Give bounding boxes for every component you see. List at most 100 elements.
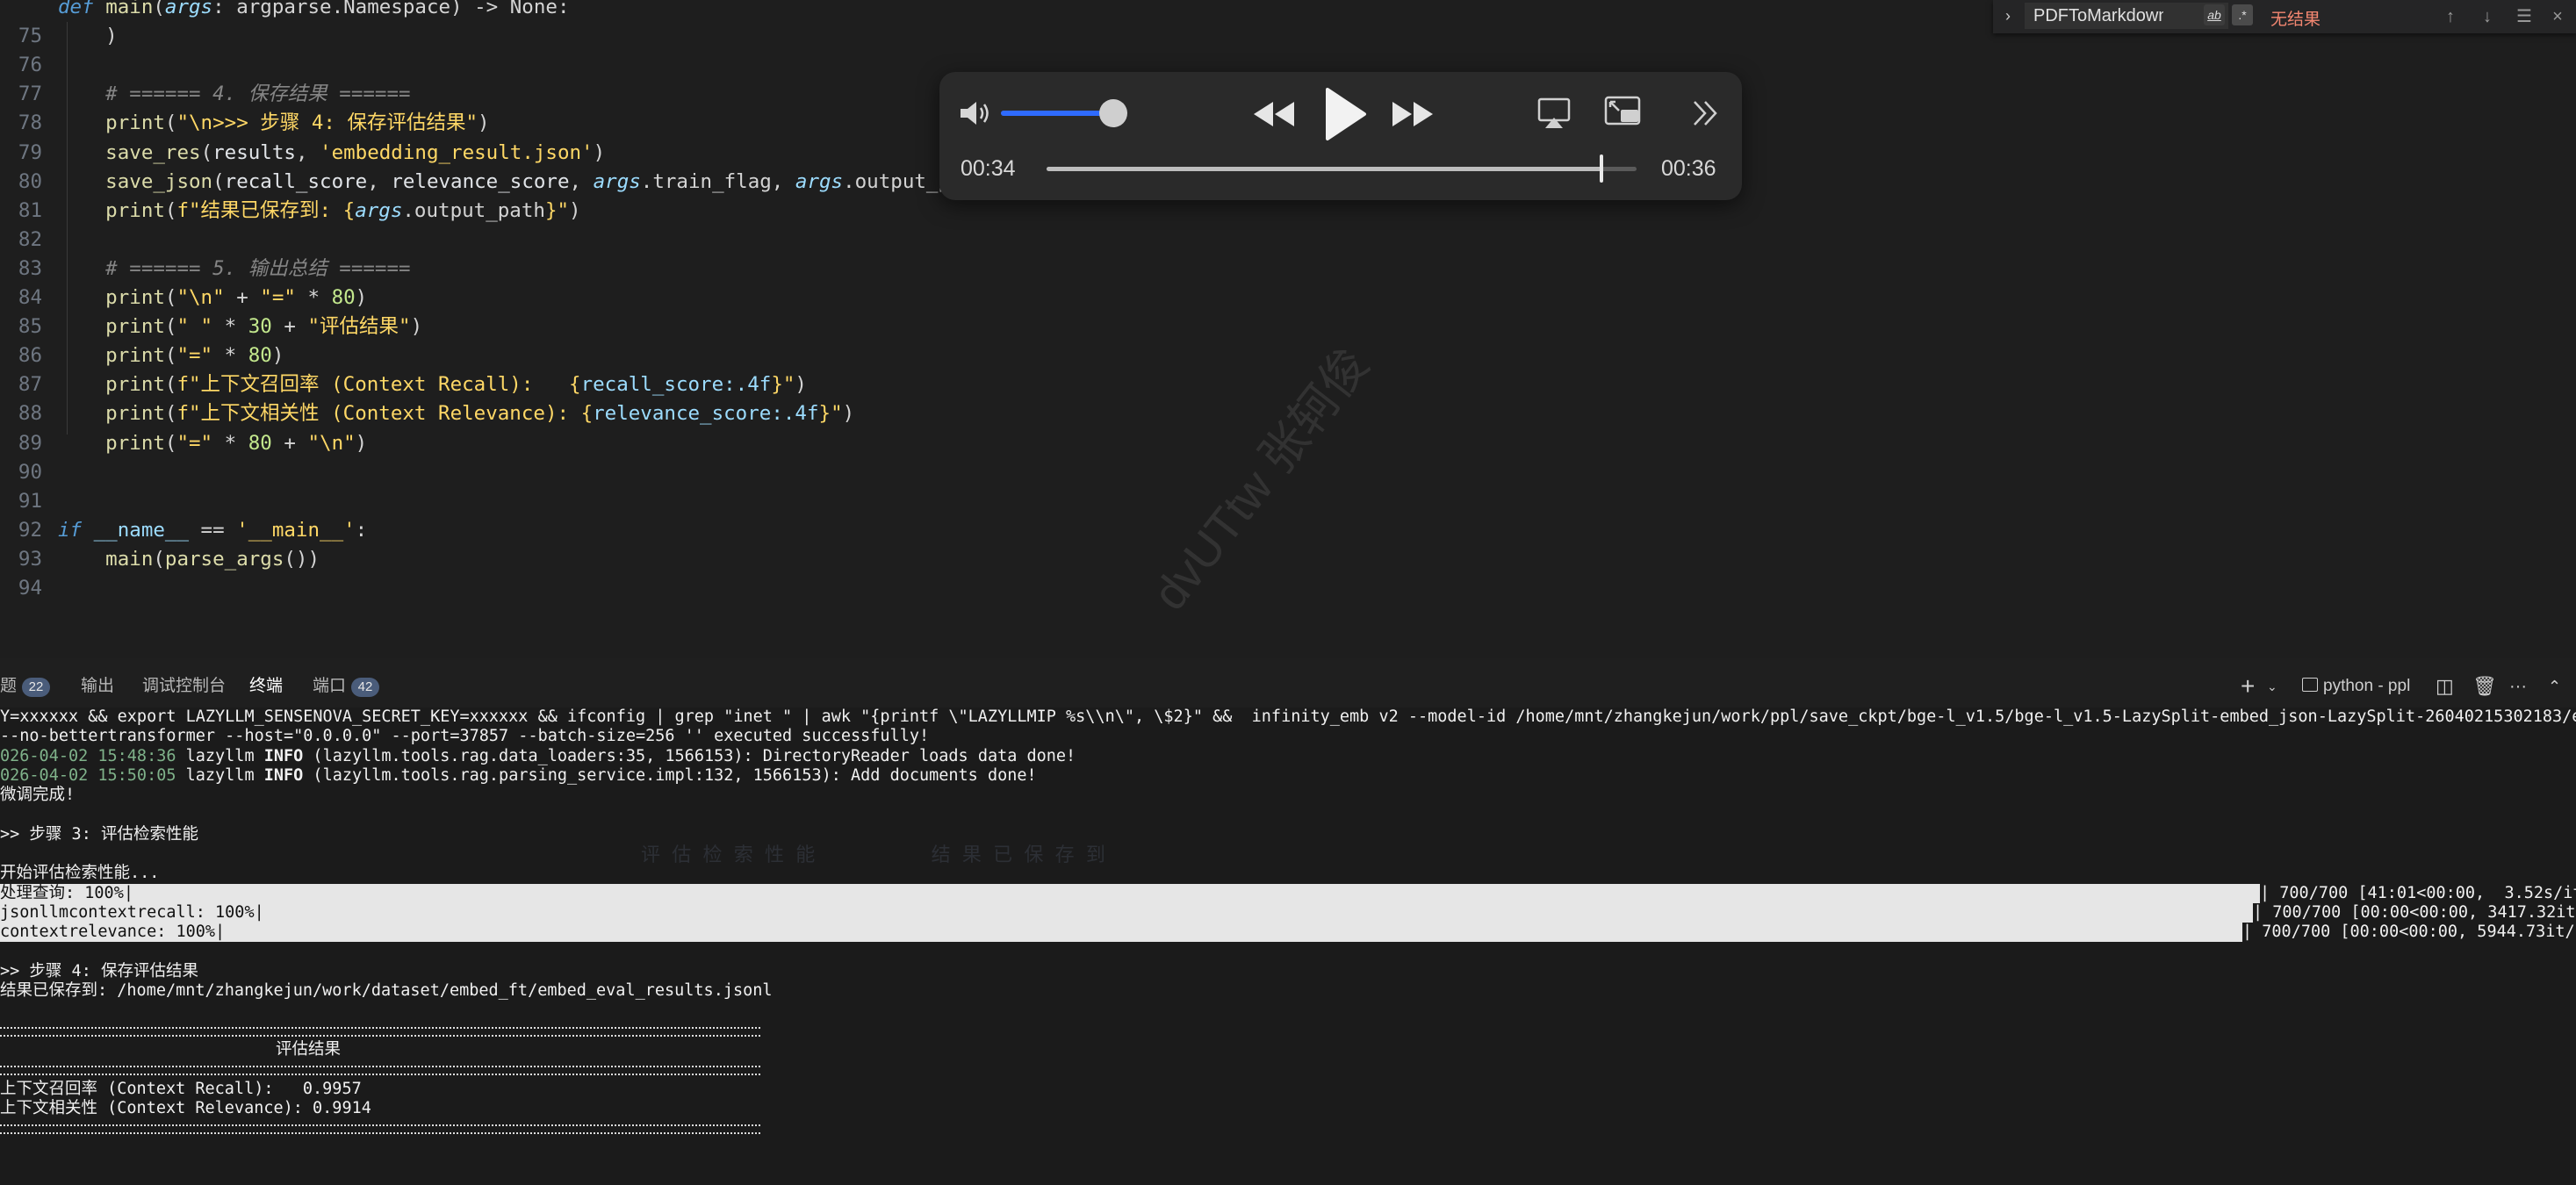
line-number: 75	[18, 25, 42, 48]
code-line[interactable]: 86 print("=" * 80)	[0, 341, 2576, 370]
volume-knob[interactable]	[1098, 99, 1127, 127]
code-line[interactable]: 92 if __name__ == '__main__':	[0, 516, 2576, 545]
code-text: if __name__ == '__main__':	[58, 518, 368, 542]
line-number: 76	[18, 54, 42, 77]
match-word-toggle[interactable]: ab	[2204, 4, 2225, 25]
indent-guide	[67, 22, 68, 434]
progress-stats: | 700/700 [41:01<00:00, 3.52s/it]	[2260, 883, 2576, 902]
total-time: 00:36	[1661, 156, 1716, 181]
terminal-line: 上下文召回率 (Context Recall): 0.9957	[0, 1079, 362, 1098]
terminal-line: 上下文相关性 (Context Relevance): 0.9914	[0, 1099, 371, 1117]
separator-line	[0, 1066, 760, 1076]
rewind-icon[interactable]	[1252, 97, 1298, 132]
line-number: 83	[18, 256, 42, 280]
close-find-icon[interactable]: ×	[2546, 5, 2569, 28]
split-terminal-icon[interactable]: ◫	[2436, 674, 2454, 699]
tab-badge: 22	[22, 678, 51, 697]
terminal-line: 026-04-02 15:48:36 lazyllm INFO (lazyllm…	[0, 746, 1076, 765]
more-actions-button[interactable]: ···	[2509, 674, 2527, 699]
tab-badge: 42	[351, 678, 380, 697]
code-text: print("\n" + "=" * 80)	[58, 286, 368, 309]
terminal-selector[interactable]: python - ppl	[2302, 674, 2410, 699]
line-number: 90	[18, 460, 42, 484]
code-text: # ====== 4. 保存结果 ======	[58, 83, 411, 106]
trash-icon[interactable]: 🗑	[2472, 674, 2497, 699]
line-number: 81	[18, 198, 42, 222]
new-terminal-button[interactable]: +	[2241, 674, 2255, 699]
chevron-up-icon[interactable]: ⌃	[2548, 674, 2561, 699]
code-text: save_json(recall_score, relevance_score,…	[58, 169, 962, 193]
line-number: 91	[18, 489, 42, 513]
code-line[interactable]: 85 print(" " * 30 + "评估结果")	[0, 312, 2576, 341]
code-line[interactable]: 94	[0, 574, 2576, 603]
line-number: 82	[18, 227, 42, 251]
code-line[interactable]: 83 # ====== 5. 输出总结 ======	[0, 255, 2576, 284]
line-number: 93	[18, 547, 42, 571]
line-number: 87	[18, 373, 42, 397]
panel-tab[interactable]: 终端	[249, 674, 283, 699]
play-icon[interactable]	[1320, 86, 1368, 142]
find-result-status: 无结果	[2270, 11, 2321, 29]
separator-line	[0, 1026, 760, 1037]
code-line[interactable]: 82	[0, 226, 2576, 255]
terminal-line: --no-bettertransformer --host="0.0.0.0" …	[0, 727, 930, 746]
progress-label: 处理查询: 100%|	[0, 883, 133, 902]
line-number: 88	[18, 402, 42, 426]
progress-bar	[0, 923, 2242, 943]
media-player-overlay: 00:34 00:36	[939, 72, 1742, 200]
code-text: save_res(results, 'embedding_result.json…	[58, 140, 606, 164]
previous-match-icon[interactable]: ↑	[2439, 5, 2462, 28]
code-text: print("=" * 80 + "\n")	[58, 431, 368, 455]
line-number: 79	[18, 140, 42, 164]
playback-progress[interactable]	[1047, 154, 1637, 183]
toggle-replace-icon[interactable]: ›	[2005, 7, 2011, 25]
summary-title: 评估结果	[276, 1040, 342, 1059]
volume-icon[interactable]	[957, 98, 992, 128]
terminal-ghost-text: 评 估 检 索 性 能 结 果 已 保 存 到	[641, 844, 1105, 866]
terminal-line: 结果已保存到: /home/mnt/zhangkejun/work/datase…	[0, 981, 773, 1001]
code-text: main(parse_args())	[58, 547, 320, 571]
progress-stats: | 700/700 [00:00<00:00, 5944.73it/s	[2242, 923, 2576, 942]
panel-tab[interactable]: 输出	[81, 674, 114, 699]
progress-fill	[1047, 167, 1601, 171]
next-match-icon[interactable]: ↓	[2476, 5, 2499, 28]
terminal-name: python - ppl	[2323, 677, 2411, 695]
line-number: 94	[18, 577, 42, 600]
code-text: # ====== 5. 输出总结 ======	[58, 256, 411, 280]
code-line[interactable]: 93 main(parse_args())	[0, 545, 2576, 574]
code-text: print(f"上下文相关性 (Context Relevance): {rel…	[58, 402, 855, 426]
chevron-down-icon[interactable]: ⌄	[2267, 674, 2277, 699]
panel-tab[interactable]: 调试控制台	[142, 674, 226, 699]
code-line[interactable]: 81 print(f"结果已保存到: {args.output_path}")	[0, 197, 2576, 226]
code-text: print(" " * 30 + "评估结果")	[58, 315, 423, 339]
code-text: print("=" * 80)	[58, 344, 284, 368]
line-number: 78	[18, 111, 42, 135]
code-line[interactable]: 84 print("\n" + "=" * 80)	[0, 284, 2576, 312]
code-text: def main(args: argparse.Namespace) -> No…	[58, 0, 570, 18]
find-query: PDFToMarkdown	[2033, 6, 2163, 25]
volume-slider[interactable]	[1001, 99, 1127, 127]
line-number: 89	[18, 431, 42, 455]
terminal-line: 微调完成!	[0, 786, 76, 805]
picture-in-picture-icon[interactable]	[1603, 95, 1644, 130]
fast-forward-icon[interactable]	[1389, 97, 1435, 132]
airplay-icon[interactable]	[1536, 97, 1572, 130]
terminal-line: >> 步骤 3: 评估检索性能	[0, 824, 198, 844]
code-text: print(f"上下文召回率 (Context Recall): {recall…	[58, 373, 807, 397]
line-number: 77	[18, 83, 42, 106]
find-in-selection-icon[interactable]: ☰	[2513, 5, 2536, 28]
terminal-line: 开始评估检索性能...	[0, 864, 160, 883]
progress-scrubber[interactable]	[1599, 154, 1603, 183]
panel-tab[interactable]: 端口 42	[313, 674, 380, 699]
panel-tab[interactable]: 题 22	[0, 674, 51, 699]
line-number: 86	[18, 344, 42, 368]
terminal-output[interactable]: Y=xxxxxx && export LAZYLLM_SENSENOVA_SEC…	[0, 707, 2576, 1185]
expand-icon[interactable]	[1689, 98, 1721, 128]
regex-toggle[interactable]: .*	[2232, 4, 2253, 25]
progress-label: contextrelevance: 100%|	[0, 923, 226, 942]
find-input[interactable]: PDFToMarkdown Aa	[2025, 3, 2228, 29]
line-number: 80	[18, 169, 42, 193]
find-widget: › PDFToMarkdown Aa ab .* 无结果 ↑ ↓ ☰ ×	[1993, 0, 2576, 33]
panel-tab-bar: 题 22 输出 调试控制台 终端 端口 42 + ⌄ python - ppl ◫ 🗑 ··…	[0, 665, 2576, 707]
terminal-icon	[2302, 678, 2318, 692]
